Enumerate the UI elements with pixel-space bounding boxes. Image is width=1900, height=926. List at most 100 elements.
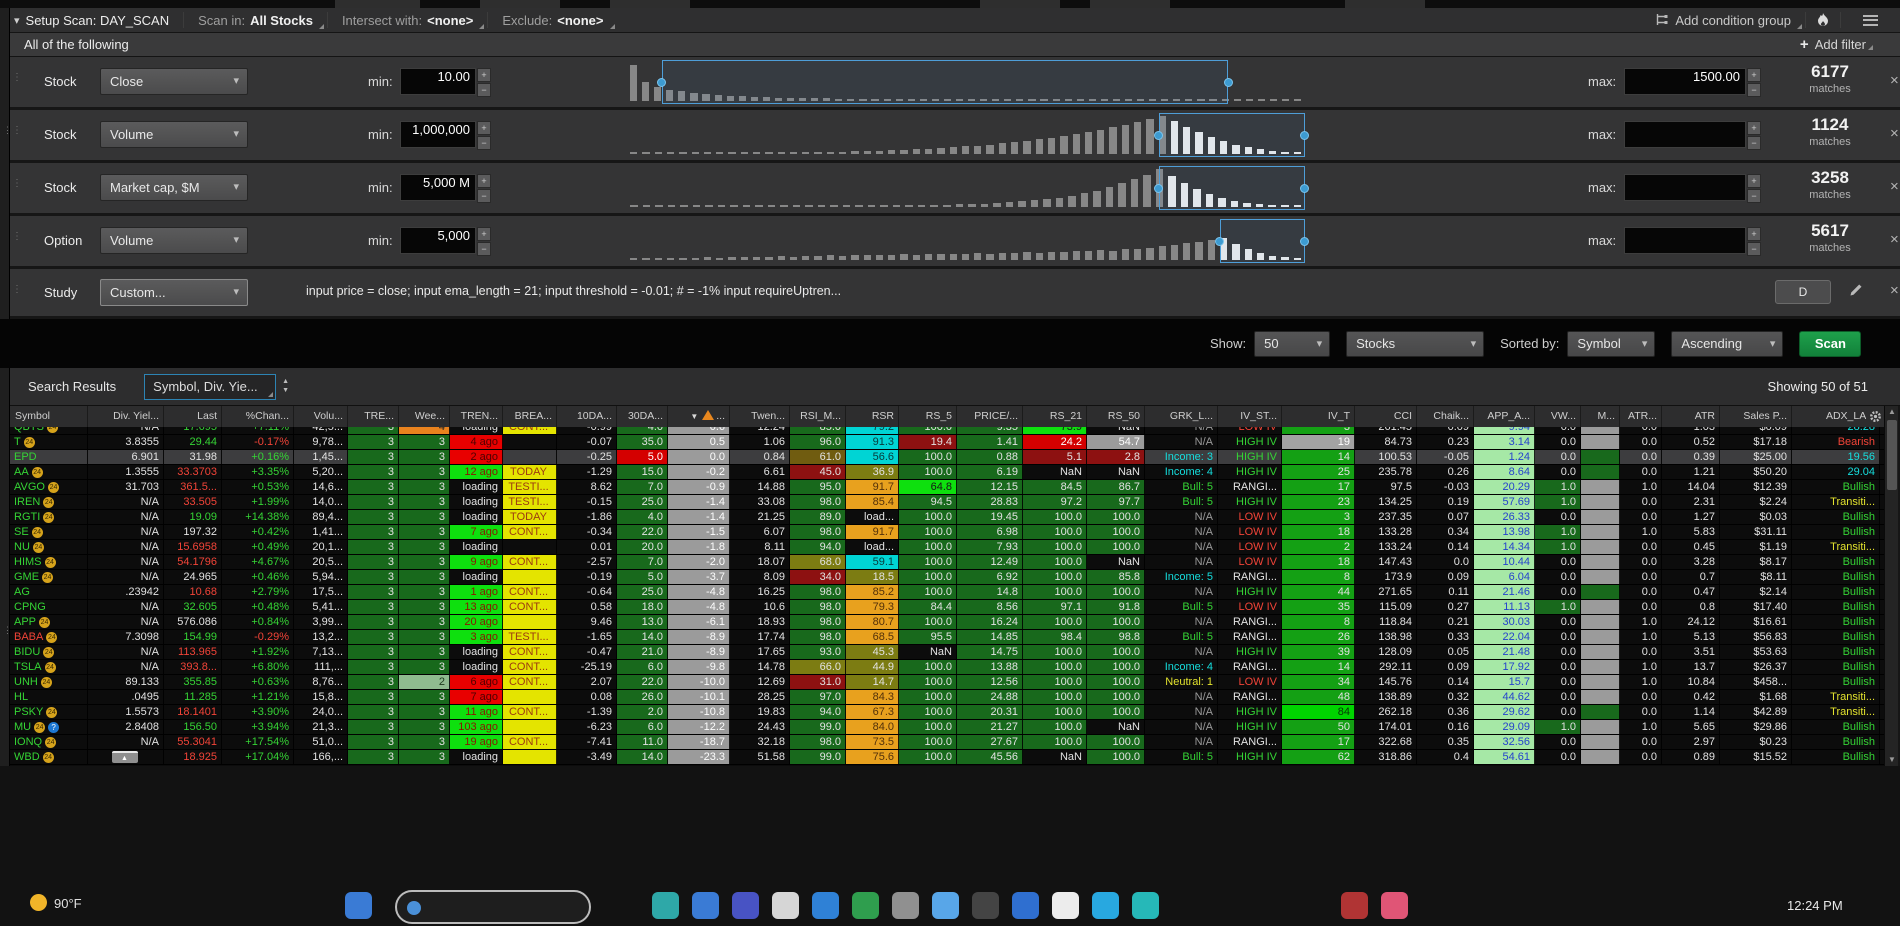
col-header-rsr[interactable]: RSR [846, 406, 899, 427]
weather-temperature[interactable]: 90°F [54, 896, 82, 911]
col-header-pct-change[interactable]: %Chan... [222, 406, 294, 427]
add-condition-group-button[interactable]: Add condition group [1641, 8, 1805, 32]
hot-scans-button[interactable] [1806, 8, 1840, 32]
max-stepper[interactable]: +− [1747, 121, 1761, 148]
taskbar-app-icon[interactable] [652, 892, 679, 919]
decrement-button[interactable]: − [477, 136, 491, 150]
decrement-button[interactable]: − [1747, 189, 1761, 203]
max-input[interactable]: 1500.00 [1624, 68, 1746, 95]
min-stepper[interactable]: +− [477, 121, 491, 148]
filter-field-dropdown[interactable]: Market cap, $M [100, 174, 248, 201]
table-row[interactable]: IONQ24N/A55.3041+17.54%51,0...3319 agoCO… [10, 735, 1884, 750]
table-row[interactable]: NU24N/A15.6958+0.49%20,1...33loading0.01… [10, 540, 1884, 555]
range-handle-left[interactable] [1215, 237, 1224, 246]
decrement-button[interactable]: − [477, 242, 491, 256]
decrement-button[interactable]: − [477, 83, 491, 97]
filter-field-dropdown[interactable]: Close [100, 68, 248, 95]
scan-button[interactable]: Scan [1799, 331, 1861, 357]
max-input[interactable] [1624, 227, 1746, 254]
taskbar-app-icon[interactable] [1132, 892, 1159, 919]
range-selection-box[interactable] [1159, 166, 1305, 210]
tab-search-results[interactable]: Search Results [28, 379, 116, 394]
edit-study-button[interactable] [1848, 282, 1864, 298]
col-header-breakout[interactable]: BREA... [503, 406, 557, 427]
table-row[interactable]: WBD24▲18.925+17.04%166,...33loading-3.49… [10, 750, 1884, 765]
col-header-sales-p[interactable]: Sales P... [1720, 406, 1792, 427]
table-row[interactable]: IREN24N/A33.505+1.99%14,0...33loadingTES… [10, 495, 1884, 510]
aggregation-period-button[interactable]: D [1775, 280, 1831, 304]
table-row[interactable]: EPD6.90131.98+0.16%1,45...332 ago-0.255.… [10, 450, 1884, 465]
min-input[interactable]: 5,000 [400, 227, 476, 254]
range-selection-box[interactable] [662, 60, 1229, 104]
decrement-button[interactable]: − [1747, 242, 1761, 256]
filter-field-dropdown[interactable]: Volume [100, 121, 248, 148]
sort-field-dropdown[interactable]: Symbol [1567, 331, 1655, 357]
col-header-atr[interactable]: ATR [1662, 406, 1720, 427]
range-selection-box[interactable] [1220, 219, 1305, 263]
col-header-chaikin[interactable]: Chaik... [1417, 406, 1474, 427]
taskbar-app-icon[interactable] [1012, 892, 1039, 919]
range-handle-left[interactable] [1154, 184, 1163, 193]
col-header-sort-warn[interactable]: ▼... [668, 406, 730, 427]
min-stepper[interactable]: +− [477, 174, 491, 201]
increment-button[interactable]: + [1747, 121, 1761, 135]
sort-direction-dropdown[interactable]: Ascending [1671, 331, 1783, 357]
col-header-rs-5[interactable]: RS_5 [899, 406, 957, 427]
result-type-dropdown[interactable]: Stocks [1346, 331, 1484, 357]
range-handle-right[interactable] [1300, 131, 1309, 140]
table-row[interactable]: APP24N/A576.086+0.84%3,99...3320 ago9.46… [10, 615, 1884, 630]
setup-scan-menu[interactable]: ▾ Setup Scan: DAY_SCAN [0, 8, 183, 32]
max-stepper[interactable]: +− [1747, 227, 1761, 254]
min-stepper[interactable]: +− [477, 227, 491, 254]
increment-button[interactable]: + [1747, 227, 1761, 241]
col-header-vw[interactable]: VW... [1535, 406, 1581, 427]
col-header-iv-state[interactable]: IV_ST... [1218, 406, 1282, 427]
col-header-rsi-m[interactable]: RSI_M... [790, 406, 846, 427]
decrement-button[interactable]: − [477, 189, 491, 203]
range-handle-right[interactable] [1300, 184, 1309, 193]
table-row[interactable]: T243.835529.44-0.17%9,78...334 ago-0.073… [10, 435, 1884, 450]
table-row[interactable]: SE24N/A197.32+0.42%1,41...337 agoCONT...… [10, 525, 1884, 540]
decrement-button[interactable]: − [1747, 83, 1761, 97]
col-header-grk[interactable]: GRK_L... [1145, 406, 1218, 427]
scroll-to-top-button[interactable]: ▲ [112, 751, 138, 763]
increment-button[interactable]: + [477, 174, 491, 188]
col-header-rs-21[interactable]: RS_21 [1023, 406, 1087, 427]
study-field-dropdown[interactable]: Custom... [100, 279, 248, 306]
max-stepper[interactable]: +− [1747, 68, 1761, 95]
column-set-stepper[interactable]: ▲▼ [282, 379, 289, 394]
col-header-10day[interactable]: 10DA... [557, 406, 617, 427]
col-header-cci[interactable]: CCI [1355, 406, 1417, 427]
table-row[interactable]: QBTS24N/A17.695+7.11%42,5...34loadingCON… [10, 427, 1884, 435]
table-row[interactable]: TSLA24N/A393.8...+6.80%111,...33loadingC… [10, 660, 1884, 675]
range-handle-left[interactable] [657, 78, 666, 87]
increment-button[interactable]: + [477, 121, 491, 135]
taskbar-app-icon[interactable] [772, 892, 799, 919]
column-settings-button[interactable] [1866, 406, 1884, 427]
max-input[interactable] [1624, 121, 1746, 148]
range-handle-right[interactable] [1300, 237, 1309, 246]
table-row[interactable]: AVGO2431.703361.5...+0.53%14,6...33loadi… [10, 480, 1884, 495]
table-row[interactable]: HL.049511.285+1.21%15,8...337 ago0.0826.… [10, 690, 1884, 705]
min-input[interactable]: 10.00 [400, 68, 476, 95]
table-row[interactable]: MU24?2.8408156.50+3.94%21,3...33103 ago-… [10, 720, 1884, 735]
table-row[interactable]: PSKY241.557318.1401+3.90%24,0...3311 ago… [10, 705, 1884, 720]
increment-button[interactable]: + [477, 227, 491, 241]
col-header-price[interactable]: PRICE/... [957, 406, 1023, 427]
taskbar-app-icon[interactable] [812, 892, 839, 919]
exclude-selector[interactable]: Exclude: <none> [488, 8, 617, 32]
col-header-twenty[interactable]: Twen... [730, 406, 790, 427]
col-header-last[interactable]: Last [164, 406, 222, 427]
range-handle-right[interactable] [1224, 78, 1233, 87]
table-row[interactable]: BIDU24N/A113.965+1.92%7,13...33loadingCO… [10, 645, 1884, 660]
col-header-volume[interactable]: Volu... [294, 406, 348, 427]
increment-button[interactable]: + [1747, 68, 1761, 82]
max-input[interactable] [1624, 174, 1746, 201]
intersect-with-selector[interactable]: Intersect with: <none> [328, 8, 487, 32]
table-row[interactable]: CPNGN/A32.605+0.48%5,41...3313 agoCONT..… [10, 600, 1884, 615]
min-input[interactable]: 5,000 M [400, 174, 476, 201]
taskbar-app-icon[interactable] [1381, 892, 1408, 919]
col-header-iv-t[interactable]: IV_T [1282, 406, 1355, 427]
col-header-rs-50[interactable]: RS_50 [1087, 406, 1145, 427]
range-selection-box[interactable] [1159, 113, 1305, 157]
